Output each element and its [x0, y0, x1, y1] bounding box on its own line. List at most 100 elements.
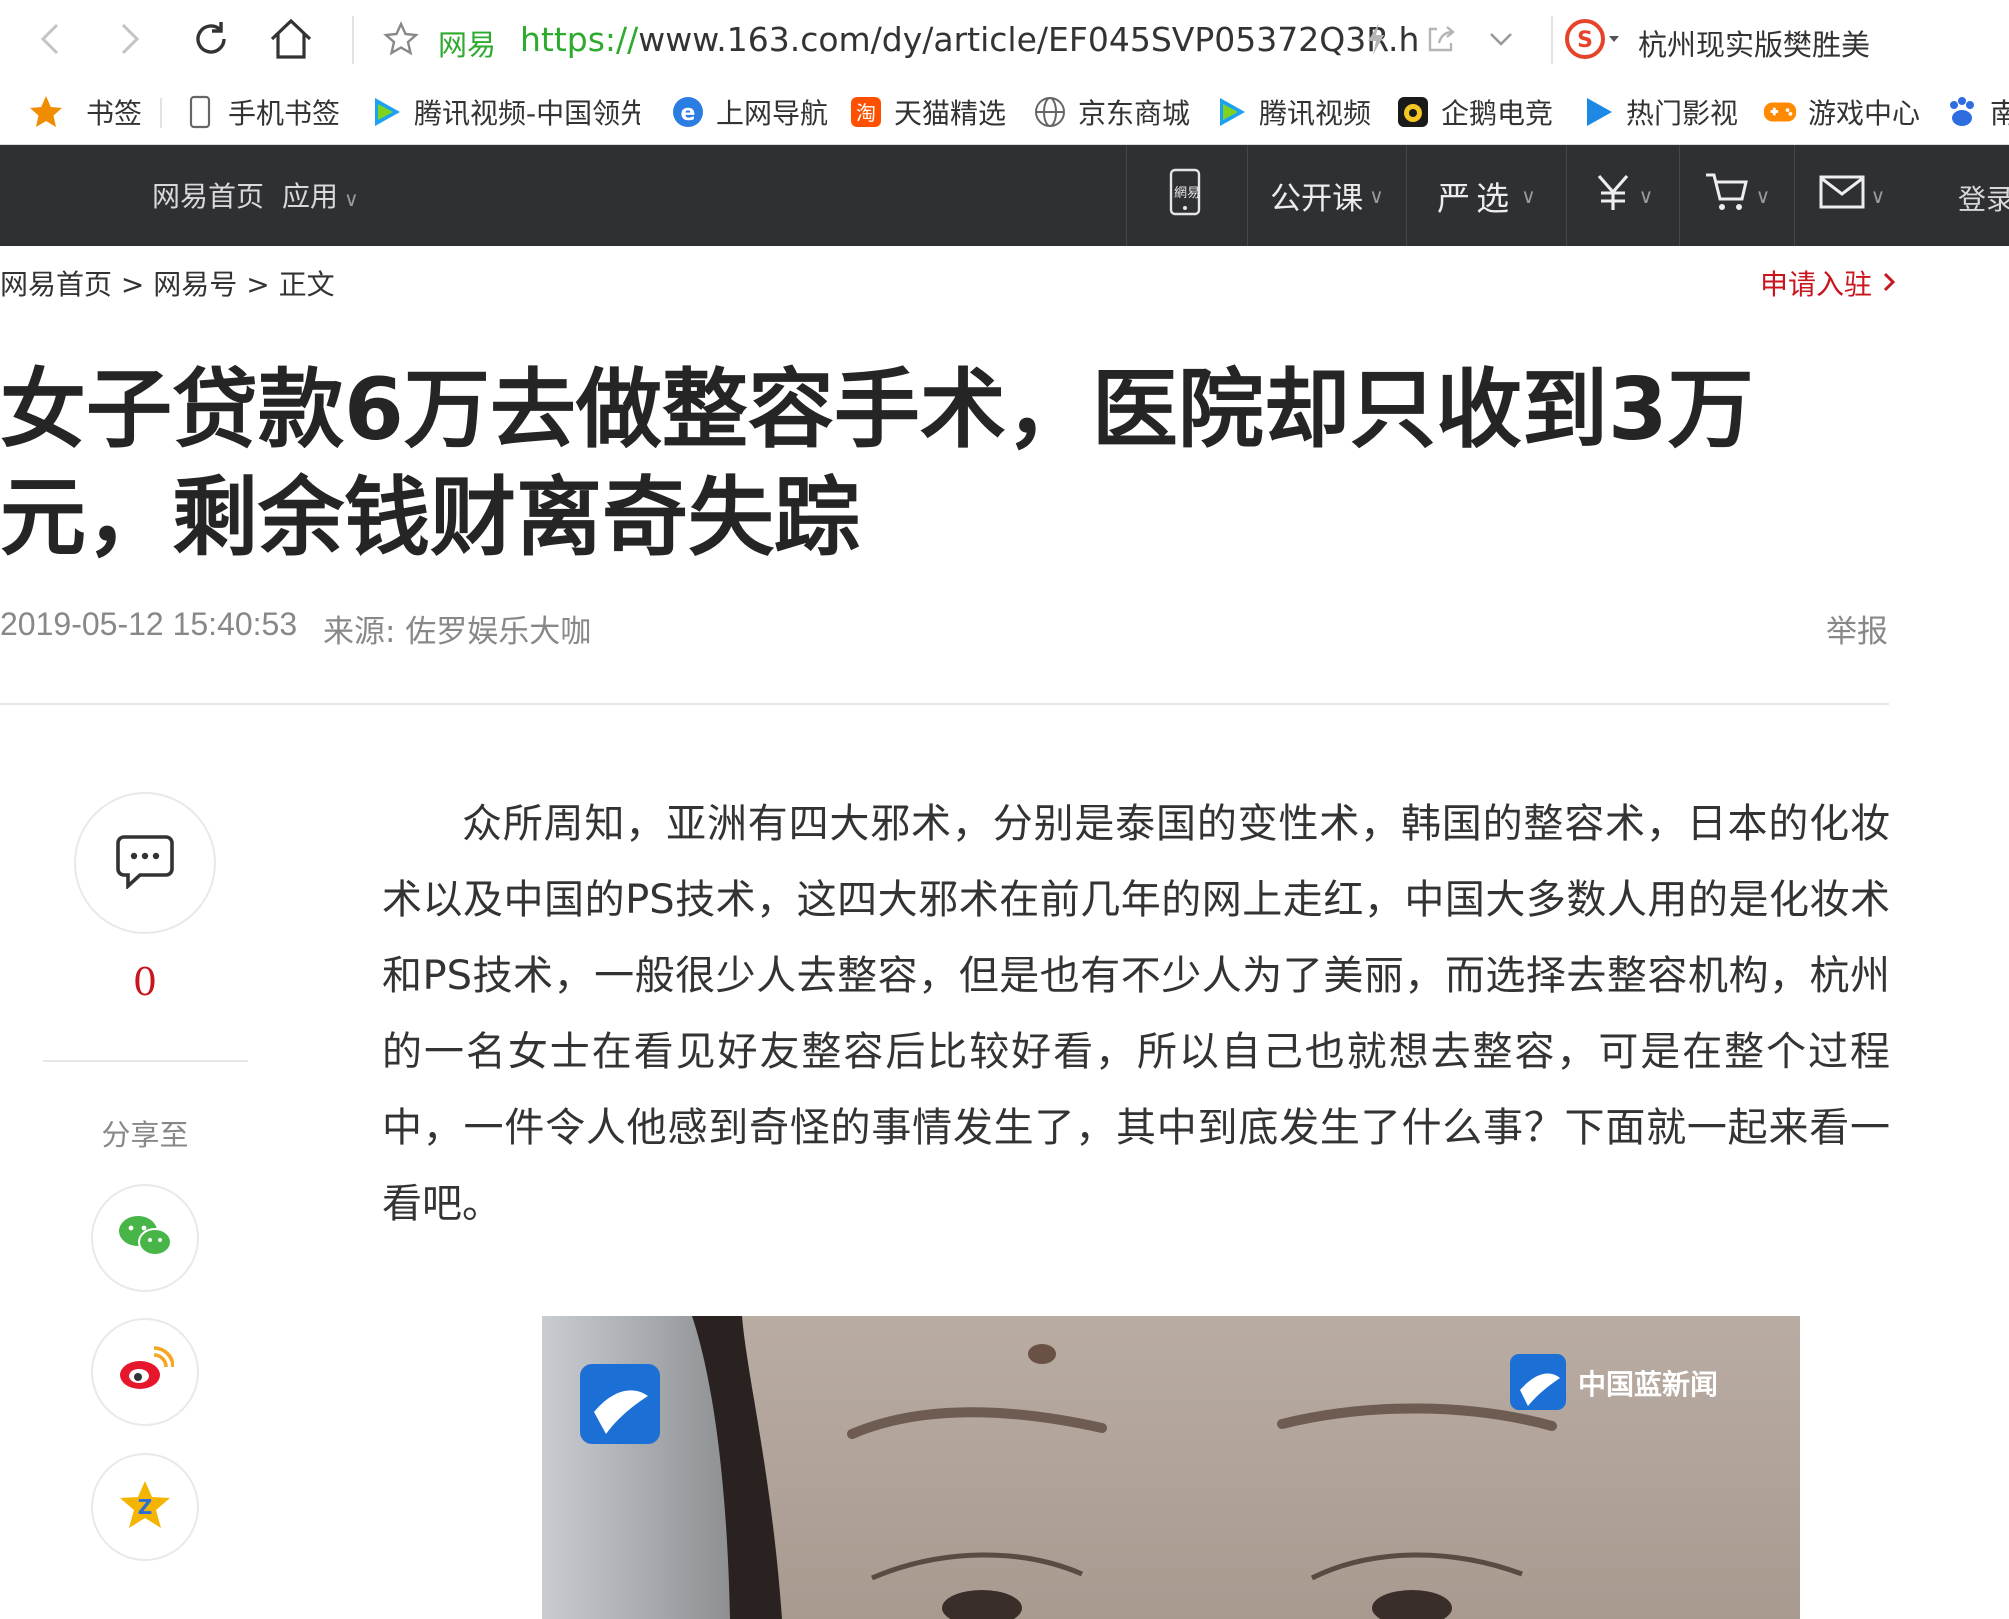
- comment-count[interactable]: 0: [110, 960, 180, 1004]
- nav-apps-menu[interactable]: 应用 ∨: [282, 175, 359, 215]
- bookmark-item-esports[interactable]: 企鹅电竞: [1395, 90, 1553, 134]
- bookmark-item-bookmarks[interactable]: 书签: [28, 90, 142, 134]
- breadcrumb: 网易首页 > 网易号 > 正文: [0, 263, 335, 303]
- tencent-video-icon: [1213, 94, 1249, 130]
- penguin-esports-icon: [1395, 94, 1431, 130]
- play-icon: [1580, 94, 1616, 130]
- gamepad-icon: [1762, 94, 1798, 130]
- breadcrumb-separator: >: [120, 268, 145, 301]
- cart-icon: [1704, 171, 1750, 221]
- comment-button[interactable]: [74, 792, 216, 934]
- channel-logo-text: 中国蓝新闻: [1578, 1368, 1718, 1401]
- bookmark-label: 南: [1990, 97, 2009, 130]
- nav-apps-label: 应用: [282, 180, 339, 213]
- lightning-icon[interactable]: [1351, 14, 1401, 64]
- phone-icon: [182, 94, 218, 130]
- bookmark-label: 游戏中心: [1808, 97, 1921, 130]
- share-page-icon[interactable]: [1416, 14, 1466, 64]
- login-link[interactable]: 登录: [1958, 178, 2009, 218]
- report-link[interactable]: 举报: [1826, 606, 1888, 651]
- article-body-paragraph: 众所周知，亚洲有四大邪术，分别是泰国的变性术，韩国的整容术，日本的化妆术以及中国…: [382, 801, 1890, 1227]
- svg-text:網易: 網易: [1174, 186, 1200, 201]
- bookmark-item-jd[interactable]: 京东商城: [1032, 90, 1190, 134]
- comment-bubble-icon: [114, 833, 176, 893]
- weibo-icon: [116, 1345, 175, 1399]
- bookmark-label: 腾讯视频-中国领先: [414, 97, 640, 130]
- globe-icon: [1032, 94, 1068, 130]
- apply-join-label: 申请入驻: [1760, 268, 1873, 301]
- bookmark-label: 天猫精选: [894, 97, 1007, 130]
- bookmark-label: 企鹅电竞: [1441, 97, 1554, 130]
- nav-mobile-app[interactable]: 網易: [1126, 145, 1247, 246]
- nav-yanxuan[interactable]: 严选 ∨: [1406, 145, 1566, 246]
- yuan-icon: [1593, 172, 1633, 220]
- nav-home-link[interactable]: 网易首页: [152, 175, 264, 215]
- bookmarks-bar: 书签 手机书签 腾讯视频-中国领先 e 上网导航 淘 天猫精选 京东商城 腾讯视…: [0, 80, 2009, 145]
- nav-open-course[interactable]: 公开课 ∨: [1247, 145, 1406, 246]
- svg-text:Z: Z: [138, 1495, 153, 1519]
- bookmark-label: 书签: [86, 97, 143, 130]
- zhejiang-tv-logo-left: [580, 1364, 660, 1444]
- article-source[interactable]: 来源: 佐罗娱乐大咖: [323, 606, 591, 651]
- bookmark-item-baidu[interactable]: 南: [1944, 90, 2009, 134]
- netease-mobile-icon: 網易: [1167, 168, 1207, 224]
- header-divider: [0, 703, 1889, 705]
- bookmark-item-movies[interactable]: 热门影视: [1580, 90, 1738, 134]
- share-qzone-button[interactable]: Z: [91, 1453, 199, 1561]
- taobao-icon: 淘: [848, 94, 884, 130]
- bookmark-item-tmall[interactable]: 淘 天猫精选: [848, 90, 1006, 134]
- share-weibo-button[interactable]: [91, 1318, 199, 1426]
- mail-icon: [1819, 174, 1865, 218]
- chevron-down-icon: ∨: [1755, 183, 1771, 208]
- search-input[interactable]: 杭州现实版樊胜美: [1638, 22, 1870, 64]
- url-scheme: https://: [520, 20, 639, 59]
- nav-open-course-label: 公开课: [1270, 181, 1364, 217]
- chevron-down-icon: ∨: [344, 187, 359, 211]
- tencent-video-icon: [368, 94, 404, 130]
- article-image: 中国蓝新闻: [542, 1316, 1800, 1619]
- nav-cart[interactable]: ∨: [1679, 145, 1794, 246]
- bookmark-item-games[interactable]: 游戏中心: [1762, 90, 1920, 134]
- breadcrumb-home[interactable]: 网易首页: [0, 268, 112, 301]
- nav-payment[interactable]: ∨: [1566, 145, 1679, 246]
- back-button[interactable]: [25, 14, 75, 64]
- chevron-right-icon: [1881, 268, 1897, 301]
- browser-address-bar: 网易 https://www.163.com/dy/article/EF045S…: [0, 0, 2009, 80]
- bookmark-item-nav[interactable]: e 上网导航: [670, 90, 828, 134]
- share-divider: [43, 1060, 248, 1062]
- chevron-down-icon: ∨: [1870, 183, 1886, 208]
- article-title: 女子贷款6万去做整容手术，医院却只收到3万元，剩余钱财离奇失踪: [0, 360, 1754, 568]
- svg-text:S: S: [1577, 28, 1593, 53]
- share-wechat-button[interactable]: [91, 1184, 199, 1292]
- bookmarks-divider: [160, 98, 162, 128]
- bookmark-label: 京东商城: [1078, 97, 1191, 130]
- url-text[interactable]: https://www.163.com/dy/article/EF045SVP0…: [520, 20, 1560, 59]
- forward-button[interactable]: [105, 14, 155, 64]
- home-button[interactable]: [266, 14, 316, 64]
- ie-icon: e: [670, 94, 706, 130]
- article-photo-face: 中国蓝新闻: [542, 1316, 1800, 1619]
- url-path: www.163.com/dy/article/EF045SVP05372Q3R.…: [638, 20, 1420, 59]
- site-top-nav: 网易首页 应用 ∨ 網易 公开课 ∨ 严选 ∨ ∨ ∨ ∨ 登录: [0, 145, 2009, 246]
- bookmark-item-tencent-video-lead[interactable]: 腾讯视频-中国领先: [368, 90, 640, 134]
- chevron-down-icon: ∨: [1521, 183, 1536, 208]
- chevron-down-icon: ∨: [1369, 183, 1384, 208]
- svg-text:e: e: [681, 101, 696, 126]
- bookmark-label: 上网导航: [716, 97, 829, 130]
- bookmark-item-mobile[interactable]: 手机书签: [182, 90, 340, 134]
- chevron-down-icon[interactable]: [1476, 14, 1526, 64]
- bookmark-item-tencent-video[interactable]: 腾讯视频: [1213, 90, 1371, 134]
- share-label: 分享至: [101, 1118, 189, 1152]
- toolbar-divider: [1551, 16, 1553, 64]
- bookmark-label: 腾讯视频: [1259, 97, 1372, 130]
- breadcrumb-dy[interactable]: 网易号: [153, 268, 237, 301]
- svg-text:淘: 淘: [856, 101, 876, 125]
- breadcrumb-separator: >: [246, 268, 270, 301]
- refresh-button[interactable]: [186, 14, 236, 64]
- publish-date: 2019-05-12 15:40:53: [0, 606, 298, 642]
- apply-join-link[interactable]: 申请入驻: [1760, 263, 1897, 303]
- qzone-icon: Z: [118, 1479, 172, 1535]
- bookmark-star-icon[interactable]: [376, 14, 426, 64]
- nav-mail[interactable]: ∨: [1794, 145, 1909, 246]
- sogou-search-icon[interactable]: S: [1563, 14, 1619, 64]
